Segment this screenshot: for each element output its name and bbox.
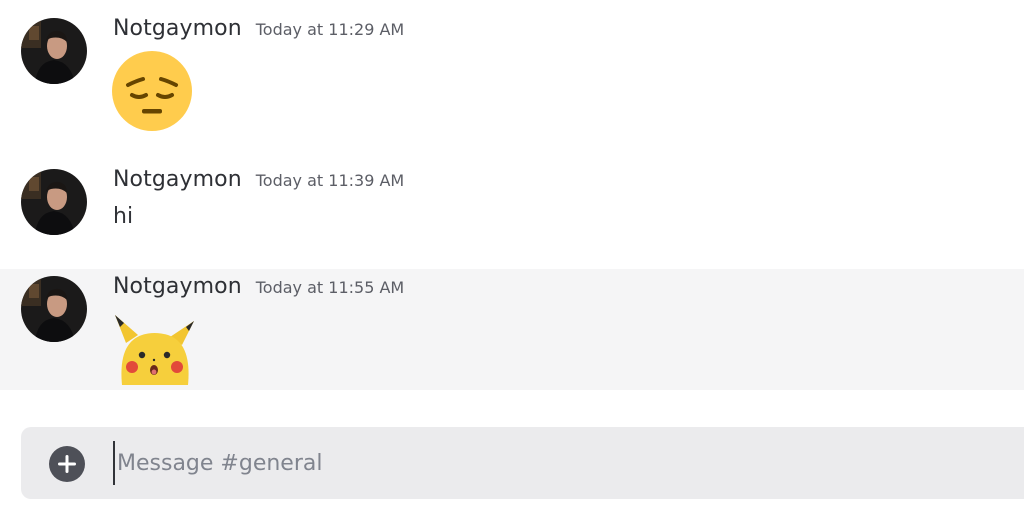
username[interactable]: Notgaymon <box>113 167 242 192</box>
message-row[interactable]: Notgaymon Today at 11:39 AM hi <box>0 150 1024 260</box>
avatar[interactable] <box>21 169 87 235</box>
pensive-face-emoji[interactable] <box>112 51 192 135</box>
message-composer <box>21 427 1024 499</box>
message-input[interactable] <box>113 441 997 485</box>
username[interactable]: Notgaymon <box>113 274 242 299</box>
plus-circle-icon <box>49 446 85 482</box>
avatar[interactable] <box>21 276 87 342</box>
username[interactable]: Notgaymon <box>113 16 242 41</box>
message-row[interactable]: Notgaymon Today at 11:55 AM <box>0 269 1024 390</box>
surprised-pikachu-sticker[interactable] <box>112 313 196 389</box>
timestamp[interactable]: Today at 11:55 AM <box>256 278 404 297</box>
timestamp[interactable]: Today at 11:29 AM <box>256 20 404 39</box>
timestamp[interactable]: Today at 11:39 AM <box>256 171 404 190</box>
add-attachment-button[interactable] <box>49 446 85 482</box>
message-row[interactable]: Notgaymon Today at 11:29 AM <box>0 0 1024 150</box>
avatar[interactable] <box>21 18 87 84</box>
message-text: hi <box>113 204 134 229</box>
chat-area: Notgaymon Today at 11:29 AM Notgaymon To… <box>0 0 1024 532</box>
